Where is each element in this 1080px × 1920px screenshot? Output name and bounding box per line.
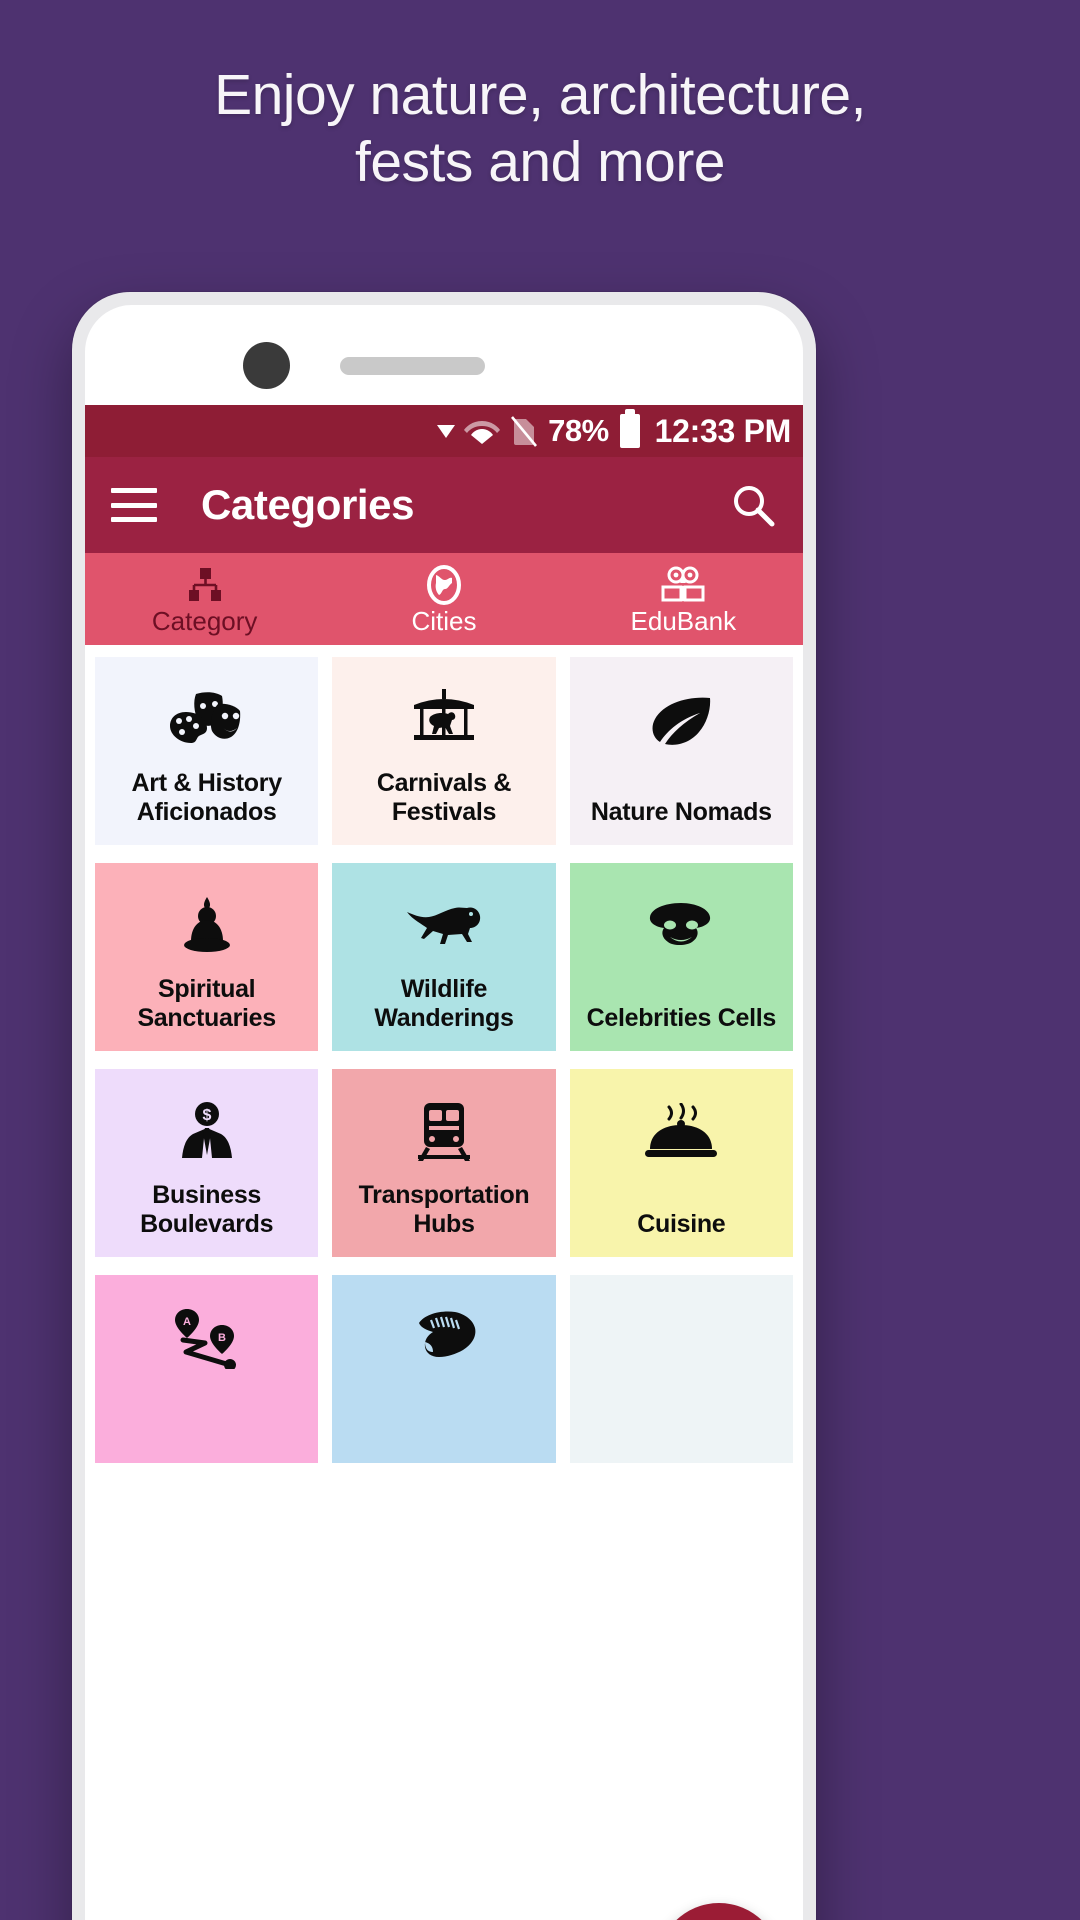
tile-label: Art & History Aficionados <box>131 769 283 826</box>
tile-label: Transportation Hubs <box>358 1181 530 1238</box>
svg-text:B: B <box>218 1332 226 1344</box>
add-traveler-fab[interactable] <box>657 1903 781 1920</box>
dropdown-caret-icon <box>437 424 456 438</box>
leaf-icon <box>648 689 714 751</box>
earpiece-speaker <box>340 357 485 375</box>
tile-label: Cuisine <box>637 1210 726 1238</box>
no-sim-icon <box>511 415 538 447</box>
app-screen: 78% 12:33 PM Categories Category Cities … <box>85 405 803 1920</box>
tile-label: Wildlife Wanderings <box>374 975 514 1032</box>
food-cloche-icon <box>644 1101 718 1163</box>
tile-cuisine[interactable]: Cuisine <box>569 1069 793 1257</box>
battery-percent: 78% <box>548 413 609 448</box>
route-a-to-b-icon: A B <box>170 1307 244 1369</box>
lion-icon <box>405 895 483 957</box>
promo-headline: Enjoy nature, architecture, fests and mo… <box>0 62 1080 197</box>
tile-label: Carnivals & Festivals <box>376 769 512 826</box>
tab-label: Cities <box>411 606 477 636</box>
tile-routes[interactable]: A B <box>95 1275 319 1463</box>
front-camera-icon <box>243 342 290 389</box>
globe-icon <box>423 564 465 606</box>
app-bar: Categories <box>85 457 803 553</box>
category-grid: Art & History Aficionados Carnivals & Fe… <box>85 645 803 1463</box>
tile-carnivals-festivals[interactable]: Carnivals & Festivals <box>332 657 556 845</box>
tab-label: EduBank <box>630 606 737 636</box>
sitemap-icon <box>185 564 225 606</box>
battery-icon <box>619 409 640 448</box>
status-bar: 78% 12:33 PM <box>85 405 803 457</box>
tile-business-boulevards[interactable]: $ Business Boulevards <box>95 1069 319 1257</box>
tile-nature-nomads[interactable]: Nature Nomads <box>569 657 793 845</box>
promo-line-1: Enjoy nature, architecture, <box>214 63 866 127</box>
hamburger-menu-icon[interactable] <box>111 488 157 522</box>
buddha-icon <box>179 895 235 957</box>
tile-transportation-hubs[interactable]: Transportation Hubs <box>332 1069 556 1257</box>
tile-ancient-history[interactable] <box>332 1275 556 1463</box>
celebrity-face-icon <box>646 895 716 957</box>
promo-line-2: fests and more <box>354 130 726 195</box>
svg-text:A: A <box>183 1316 191 1328</box>
businessman-dollar-icon: $ <box>179 1101 235 1163</box>
tile-label: Nature Nomads <box>590 798 772 826</box>
owl-book-icon <box>660 564 706 606</box>
status-bar-clock: 12:33 PM <box>654 412 792 449</box>
tile-label: Celebrities Cells <box>586 1004 777 1032</box>
spartan-helmet-icon <box>409 1307 479 1369</box>
svg-text:$: $ <box>202 1107 211 1124</box>
wifi-icon <box>464 418 501 444</box>
tab-cities[interactable]: Cities <box>324 553 563 645</box>
tile-additional[interactable] <box>569 1275 793 1463</box>
tile-art-history[interactable]: Art & History Aficionados <box>95 657 319 845</box>
phone-screen-bezel: 78% 12:33 PM Categories Category Cities … <box>85 305 803 1920</box>
tab-label: Category <box>151 606 258 636</box>
phone-frame: 78% 12:33 PM Categories Category Cities … <box>72 292 816 1920</box>
theater-masks-palette-icon <box>168 689 246 751</box>
tile-label: Spiritual Sanctuaries <box>137 975 276 1032</box>
tile-wildlife-wanderings[interactable]: Wildlife Wanderings <box>332 863 556 1051</box>
train-icon <box>416 1101 472 1163</box>
carousel-icon <box>408 689 480 751</box>
tile-spiritual-sanctuaries[interactable]: Spiritual Sanctuaries <box>95 863 319 1051</box>
tab-edubank[interactable]: EduBank <box>564 553 803 645</box>
tab-bar: Category Cities EduBank <box>85 553 803 645</box>
tile-celebrities-cells[interactable]: Celebrities Cells <box>569 863 793 1051</box>
page-title: Categories <box>201 481 415 528</box>
search-icon[interactable] <box>729 481 777 529</box>
tab-category[interactable]: Category <box>85 553 324 645</box>
tile-label: Business Boulevards <box>140 1181 274 1238</box>
